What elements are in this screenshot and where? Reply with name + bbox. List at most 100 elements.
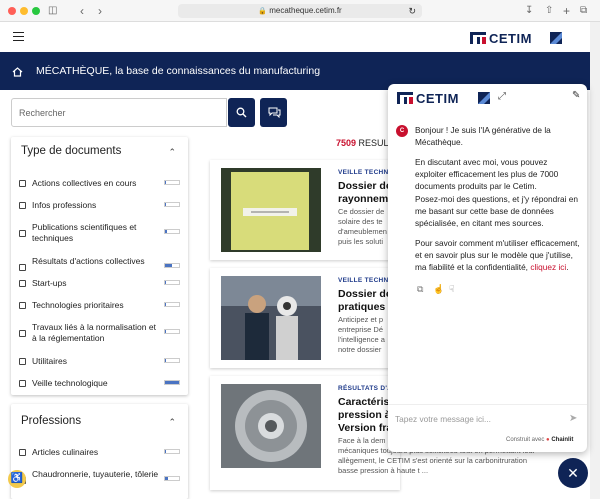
- filter-label: Actions collectives en cours: [32, 178, 137, 188]
- new-chat-icon[interactable]: ✎: [572, 90, 580, 101]
- filter-checkbox[interactable]: [19, 180, 26, 187]
- filter-count-bar: [164, 329, 180, 334]
- search-button[interactable]: [228, 98, 255, 127]
- built-with-footer: Construit avec ● Chainlit: [506, 437, 574, 443]
- filter-label: Chaudronnerie, tuyauterie, tôlerie: [32, 469, 159, 479]
- filter-count-bar: [164, 180, 180, 185]
- filter-label: Résultats d'actions collectives: [32, 256, 145, 266]
- reload-icon[interactable]: ↻: [408, 4, 416, 18]
- tabs-overview-icon[interactable]: ⧉: [580, 4, 587, 18]
- menu-icon[interactable]: [13, 32, 24, 41]
- address-bar[interactable]: 🔒 mecatheque.cetim.fr ↻: [178, 4, 422, 18]
- result-card[interactable]: VEILLE TECHN Dossier de pratiques p Anti…: [210, 268, 400, 368]
- card-description: basse pression à haute t ...: [338, 466, 429, 475]
- filter-label: Start-ups: [32, 278, 67, 288]
- send-icon[interactable]: ➤: [569, 413, 577, 424]
- filter-checkbox[interactable]: [19, 358, 26, 365]
- chat-panel: CETIM ⤢ ✎ C Bonjour ! Je suis l'IA génér…: [388, 84, 587, 452]
- url-text: mecatheque.cetim.fr: [269, 6, 342, 15]
- filter-checkbox[interactable]: [19, 449, 26, 456]
- info-link[interactable]: cliquez ici: [530, 262, 566, 272]
- filter-checkbox[interactable]: [19, 264, 26, 271]
- home-icon[interactable]: [12, 67, 23, 77]
- collapse-chevron-icon[interactable]: ⌃: [168, 147, 176, 158]
- sidebar-toggle-icon[interactable]: ◫: [48, 4, 57, 18]
- cetim-logo-text: CETIM: [489, 31, 532, 46]
- accessibility-icon[interactable]: ♿: [8, 470, 26, 488]
- professions-title: Professions: [21, 415, 82, 427]
- cetim-mark-icon: [470, 32, 486, 44]
- thumbs-up-icon[interactable]: ☝: [433, 284, 444, 295]
- cetim-flag-icon: [550, 32, 562, 44]
- chat-input-divider: [388, 404, 587, 405]
- filter-count-bar: [164, 358, 180, 363]
- thumbs-down-icon[interactable]: ☟: [449, 284, 454, 295]
- filter-label: Veille technologique: [32, 378, 108, 388]
- doc-type-filter-panel: Type de documents ⌃ Actions collectives …: [11, 137, 188, 395]
- filter-label: Travaux liés à la normalisation et à la …: [32, 322, 156, 343]
- card-description: allègement, le CETIM s'est orienté sur l…: [338, 456, 528, 465]
- chat-logo-text: CETIM: [416, 91, 459, 106]
- new-tab-icon[interactable]: +: [563, 4, 570, 18]
- search-icon: [236, 107, 247, 118]
- close-window-button[interactable]: [8, 7, 16, 15]
- close-icon: ✕: [567, 465, 579, 481]
- copy-icon[interactable]: ⧉: [417, 284, 423, 295]
- result-count: 7509 RESULT: [336, 138, 394, 148]
- lock-icon: 🔒: [258, 8, 267, 15]
- filter-label: Utilitaires: [32, 356, 67, 366]
- filter-count-bar: [164, 263, 180, 268]
- chat-message-input[interactable]: Tapez votre message ici...: [395, 414, 555, 424]
- close-chat-button[interactable]: ✕: [558, 458, 588, 488]
- filter-label: Articles culinaires: [32, 447, 99, 457]
- back-icon[interactable]: ‹: [80, 4, 84, 18]
- cetim-logo[interactable]: CETIM: [470, 31, 565, 46]
- result-card[interactable]: RÉSULTATS D'A Caractéris pression à l Ve…: [210, 376, 535, 490]
- chat-bubbles-icon: [268, 107, 280, 119]
- filter-label: Publications scientifiques et techniques: [32, 222, 137, 243]
- card-tag: VEILLE TECHN: [338, 169, 389, 176]
- doc-type-title: Type de documents: [21, 145, 122, 157]
- search-input[interactable]: Rechercher: [11, 98, 227, 127]
- chainlit-logo-icon: ●: [546, 437, 550, 443]
- filter-count-bar: [164, 476, 180, 481]
- filter-checkbox[interactable]: [19, 302, 26, 309]
- filter-checkbox[interactable]: [19, 280, 26, 287]
- filter-count-bar: [164, 280, 180, 285]
- forward-icon[interactable]: ›: [98, 4, 102, 18]
- download-icon[interactable]: ↧: [525, 4, 533, 18]
- collapse-chevron-icon[interactable]: ⌃: [168, 417, 176, 428]
- site-header: CETIM: [0, 22, 590, 52]
- maximize-window-button[interactable]: [32, 7, 40, 15]
- card-thumbnail: [221, 276, 321, 360]
- page-scrollbar[interactable]: [590, 22, 600, 499]
- chat-greeting: Bonjour ! Je suis l'IA générative de la …: [415, 125, 551, 148]
- filter-checkbox[interactable]: [19, 202, 26, 209]
- chat-logo: CETIM: [397, 91, 492, 106]
- cetim-flag-icon: [478, 92, 490, 104]
- card-tag: RÉSULTATS D'A: [338, 385, 393, 392]
- chat-paragraph: Pour savoir comment m'utiliser efficacem…: [415, 238, 580, 273]
- expand-icon[interactable]: ⤢: [498, 91, 506, 102]
- result-card[interactable]: VEILLE TECHN Dossier de rayonneme Ce dos…: [210, 160, 400, 260]
- nav-title[interactable]: MÉCATHÈQUE, la base de connaissances du …: [36, 65, 320, 77]
- filter-checkbox[interactable]: [19, 380, 26, 387]
- card-tag: VEILLE TECHN: [338, 277, 389, 284]
- cetim-mark-icon: [397, 92, 413, 104]
- filter-count-bar: [164, 380, 180, 385]
- filter-count-bar: [164, 449, 180, 454]
- chat-paragraph: Posez-moi des questions, et j'y répondra…: [415, 194, 579, 229]
- assistant-avatar: C: [396, 125, 408, 137]
- filter-label: Infos professions: [32, 200, 97, 210]
- chat-assistant-button[interactable]: [260, 98, 287, 127]
- chat-paragraph: En discutant avec moi, vous pouvez explo…: [415, 157, 559, 192]
- browser-toolbar: ◫ ‹ › 🔒 mecatheque.cetim.fr ↻ ↧ ⇧ + ⧉: [0, 0, 600, 22]
- card-thumbnail: [221, 168, 321, 252]
- filter-count-bar: [164, 202, 180, 207]
- filter-checkbox[interactable]: [19, 330, 26, 337]
- share-icon[interactable]: ⇧: [545, 4, 553, 18]
- card-thumbnail: [221, 384, 321, 468]
- filter-checkbox[interactable]: [19, 230, 26, 237]
- filter-label: Technologies prioritaires: [32, 300, 124, 310]
- minimize-window-button[interactable]: [20, 7, 28, 15]
